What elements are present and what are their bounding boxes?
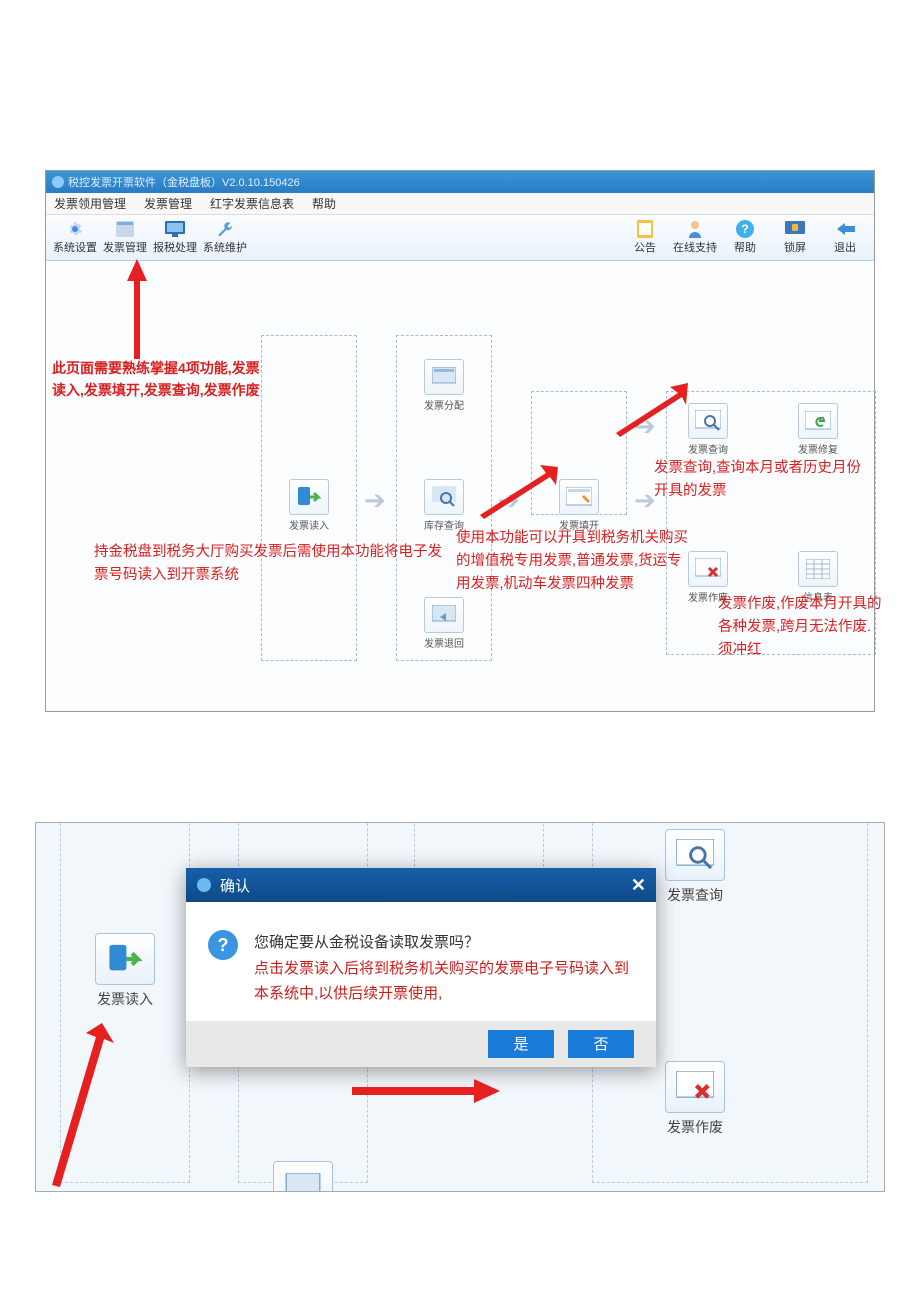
menu-item[interactable]: 发票领用管理 bbox=[54, 195, 126, 212]
app-window-screenshot-2: 发票读入 发票查询 发票作废 确认 ✕ ? 您确定要从金税设备读取发票吗？ 点击… bbox=[35, 822, 885, 1192]
grid-icon bbox=[115, 220, 135, 238]
dialog-message: 您确定要从金税设备读取发票吗？ 点击发票读入后将到税务机关购买的发票电子号码读入… bbox=[254, 930, 634, 1007]
menu-item[interactable]: 帮助 bbox=[312, 195, 336, 212]
annotation-fill: 使用本功能可以开具到税务机关购买的增值税专用发票,普通发票,货运专用发票,机动车… bbox=[456, 527, 688, 597]
red-arrow-icon bbox=[122, 259, 152, 359]
lock-icon bbox=[785, 220, 805, 238]
lock-button[interactable]: 锁屏 bbox=[770, 218, 820, 257]
invoice-read-in[interactable]: 发票读入 bbox=[287, 479, 331, 532]
exit-button[interactable]: 退出 bbox=[820, 218, 870, 257]
invoice-read-in[interactable]: 发票读入 bbox=[90, 933, 160, 1009]
no-button[interactable]: 否 bbox=[568, 1030, 634, 1058]
workflow-canvas: 发票读入 发票分配 库存查询 发票退回 发票填开 发票查询 发票修复 发票作废 … bbox=[46, 261, 874, 711]
invoice-void[interactable]: 发票作废 bbox=[660, 1061, 730, 1137]
online-support-button[interactable]: 在线支持 bbox=[670, 218, 720, 257]
window-title: 税控发票开票软件（金税盘板）V2.0.10.150426 bbox=[68, 174, 300, 190]
toolbar: 系统设置 发票管理 报税处理 系统维护 公告 在线支持 ?帮助 锁屏 退出 bbox=[46, 215, 874, 261]
confirm-dialog: 确认 ✕ ? 您确定要从金税设备读取发票吗？ 点击发票读入后将到税务机关购买的发… bbox=[186, 868, 656, 1067]
yes-button[interactable]: 是 bbox=[488, 1030, 554, 1058]
svg-text:?: ? bbox=[741, 222, 748, 236]
gear-icon bbox=[65, 220, 85, 238]
clipboard-icon bbox=[635, 220, 655, 238]
flow-icon-partial bbox=[268, 1161, 338, 1192]
annotation-top-left: 此页面需要熟练掌握4项功能,发票读入,发票填开,发票查询,发票作废 bbox=[52, 357, 266, 402]
red-arrow-icon bbox=[610, 377, 696, 437]
invoice-repair[interactable]: 发票修复 bbox=[796, 403, 840, 456]
app-icon bbox=[52, 176, 64, 188]
invoice-distribution[interactable]: 发票分配 bbox=[422, 359, 466, 412]
dialog-titlebar: 确认 ✕ bbox=[186, 868, 656, 902]
dialog-buttons: 是 否 bbox=[186, 1021, 656, 1067]
invoice-manage-button[interactable]: 发票管理 bbox=[100, 218, 150, 257]
monitor-icon bbox=[165, 220, 185, 238]
stock-query[interactable]: 库存查询 bbox=[422, 479, 466, 532]
question-icon: ? bbox=[208, 930, 238, 960]
arrow-icon: ➔ bbox=[364, 485, 386, 516]
annotation-void: 发票作废,作废本月开具的各种发票,跨月无法作废.须冲红 bbox=[718, 593, 882, 663]
help-button[interactable]: ?帮助 bbox=[720, 218, 770, 257]
notice-button[interactable]: 公告 bbox=[620, 218, 670, 257]
red-arrow-icon bbox=[352, 1079, 502, 1103]
menu-item[interactable]: 红字发票信息表 bbox=[210, 195, 294, 212]
annotation-read-in: 持金税盘到税务大厅购买发票后需使用本功能将电子发票号码读入到开票系统 bbox=[94, 541, 450, 587]
annotation-query: 发票查询,查询本月或者历史月份开具的发票 bbox=[654, 457, 874, 503]
back-icon bbox=[835, 220, 855, 238]
invoice-return[interactable]: 发票退回 bbox=[422, 597, 466, 650]
window-titlebar: 税控发票开票软件（金税盘板）V2.0.10.150426 bbox=[46, 171, 874, 193]
tax-report-button[interactable]: 报税处理 bbox=[150, 218, 200, 257]
person-icon bbox=[685, 220, 705, 238]
wrench-icon bbox=[215, 220, 235, 238]
system-settings-button[interactable]: 系统设置 bbox=[50, 218, 100, 257]
red-arrow-icon bbox=[474, 461, 564, 521]
dialog-title: 确认 bbox=[220, 875, 250, 896]
arrow-icon: ➔ bbox=[634, 485, 656, 516]
system-maintain-button[interactable]: 系统维护 bbox=[200, 218, 250, 257]
dialog-icon bbox=[196, 877, 212, 893]
menubar: 发票领用管理 发票管理 红字发票信息表 帮助 bbox=[46, 193, 874, 215]
invoice-query[interactable]: 发票查询 bbox=[660, 829, 730, 905]
close-icon[interactable]: ✕ bbox=[631, 875, 646, 896]
menu-item[interactable]: 发票管理 bbox=[144, 195, 192, 212]
app-window-screenshot-1: 税控发票开票软件（金税盘板）V2.0.10.150426 发票领用管理 发票管理… bbox=[45, 170, 875, 712]
help-icon: ? bbox=[735, 220, 755, 238]
red-arrow-icon bbox=[42, 1019, 122, 1189]
